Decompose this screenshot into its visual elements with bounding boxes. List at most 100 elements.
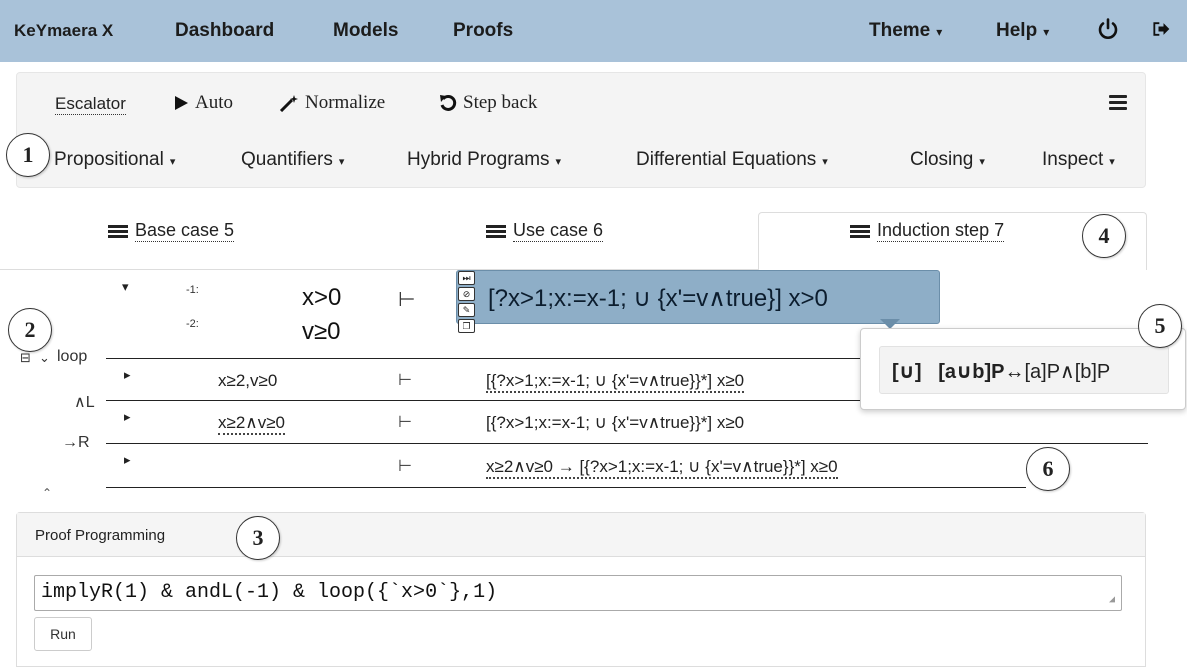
chevron-down-icon: ▾ bbox=[1043, 25, 1050, 39]
collapse-icon[interactable]: ⊟ bbox=[20, 350, 31, 366]
auto-label: Auto bbox=[195, 92, 233, 113]
tactic-input[interactable]: implyR(1) & andL(-1) & loop({`x>0`},1) ◢ bbox=[34, 575, 1122, 611]
callout-1: 1 bbox=[6, 133, 50, 177]
row-expand-caret[interactable]: ▸ bbox=[124, 367, 131, 383]
row-expand-caret[interactable]: ▸ bbox=[124, 409, 131, 425]
row-divider bbox=[106, 487, 1026, 488]
menu-propositional[interactable]: Propositional ▾ bbox=[54, 149, 175, 171]
chevron-down-icon: ▾ bbox=[936, 25, 943, 39]
chevron-down-icon: ▾ bbox=[1109, 156, 1115, 168]
callout-5: 5 bbox=[1138, 304, 1182, 348]
axiom-rhs: ↔[a]P∧[b]P bbox=[1004, 361, 1111, 383]
hide-icon[interactable]: ⊘ bbox=[458, 287, 475, 301]
menu-inspect-label: Inspect bbox=[1042, 149, 1104, 170]
menu-differential-equations[interactable]: Differential Equations ▾ bbox=[636, 149, 828, 171]
axiom-text: [∪] [a∪b]P↔[a]P∧[b]P bbox=[892, 359, 1110, 384]
sequent-collapse-caret[interactable]: ▾ bbox=[122, 279, 129, 295]
chevron-down-icon: ▾ bbox=[169, 156, 176, 168]
callout-6: 6 bbox=[1026, 447, 1070, 491]
menu-differential-equations-label: Differential Equations bbox=[636, 149, 817, 170]
callout-3: 3 bbox=[236, 516, 280, 560]
callout-2: 2 bbox=[8, 308, 52, 352]
escalator-button[interactable]: Escalator bbox=[55, 94, 126, 115]
history-succ-3[interactable]: x≥2∧v≥0 → [{?x>1;x:=x-1; ∪ {x'=v∧true}}*… bbox=[486, 457, 838, 479]
menu-quantifiers[interactable]: Quantifiers ▾ bbox=[241, 149, 344, 171]
nav-theme-dropdown[interactable]: Theme ▾ bbox=[869, 20, 942, 42]
formula-tool-strip: ⏭ ⊘ ✎ ❐ bbox=[458, 271, 478, 339]
ante-formula-1[interactable]: x>0 bbox=[302, 284, 341, 312]
menu-inspect[interactable]: Inspect ▾ bbox=[1042, 149, 1115, 171]
ante-index-2: -2: bbox=[186, 318, 199, 330]
row-expand-caret[interactable]: ▸ bbox=[124, 452, 131, 468]
tactic-toolbar: Escalator Auto Normalize Step back Propo… bbox=[16, 72, 1146, 188]
row-divider bbox=[106, 443, 1148, 444]
axiom-name: [∪] bbox=[892, 361, 922, 383]
magic-wand-icon bbox=[279, 95, 298, 112]
top-navbar: KeYmaera X Dashboard Models Proofs Theme… bbox=[0, 0, 1187, 62]
rule-label-impR[interactable]: →R bbox=[62, 434, 90, 452]
chevron-down-icon[interactable]: ⌄ bbox=[39, 350, 50, 366]
brand-link[interactable]: KeYmaera X bbox=[14, 21, 113, 41]
history-ante-2[interactable]: x≥2∧v≥0 bbox=[218, 413, 286, 435]
history-succ-2[interactable]: [{?x>1;x:=x-1; ∪ {x'=v∧true}}*] x≥0 bbox=[486, 413, 744, 433]
normalize-button[interactable]: Normalize bbox=[279, 92, 385, 114]
callout-4: 4 bbox=[1082, 214, 1126, 258]
tab-use-case-label: Use case 6 bbox=[513, 220, 604, 242]
axiom-popover: [∪] [a∪b]P↔[a]P∧[b]P bbox=[860, 328, 1186, 410]
tasks-icon bbox=[850, 223, 870, 240]
tab-base-case-label: Base case 5 bbox=[135, 220, 235, 242]
edit-icon[interactable]: ✎ bbox=[458, 303, 475, 317]
history-ante-1[interactable]: x≥2,v≥0 bbox=[218, 371, 277, 391]
menu-propositional-label: Propositional bbox=[54, 149, 164, 170]
step-icon[interactable]: ⏭ bbox=[458, 271, 475, 285]
turnstile-symbol: ⊢ bbox=[398, 372, 412, 389]
chevron-down-icon: ▾ bbox=[822, 156, 828, 168]
nav-theme-label: Theme bbox=[869, 20, 931, 41]
panel-header: Proof Programming bbox=[17, 513, 1145, 557]
turnstile-symbol: ⊢ bbox=[398, 414, 412, 431]
undo-icon bbox=[440, 94, 457, 111]
tab-induction-step[interactable]: Induction step 7 bbox=[850, 220, 1005, 242]
tab-induction-step-label: Induction step 7 bbox=[877, 220, 1005, 242]
rule-label-andL[interactable]: ∧L bbox=[74, 392, 95, 412]
chevron-down-icon: ▾ bbox=[555, 156, 562, 168]
step-back-button[interactable]: Step back bbox=[439, 92, 537, 114]
ante-formula-2[interactable]: v≥0 bbox=[302, 318, 341, 346]
axiom-lhs: [a∪b]P bbox=[938, 361, 1005, 383]
menu-closing[interactable]: Closing ▾ bbox=[910, 149, 985, 171]
resize-handle-icon[interactable]: ◢ bbox=[1109, 594, 1115, 606]
panel-title: Proof Programming bbox=[35, 527, 166, 544]
hamburger-menu-icon[interactable] bbox=[1109, 95, 1127, 113]
chevron-up-icon[interactable]: ⌃ bbox=[42, 486, 52, 500]
rule-label-loop[interactable]: loop bbox=[57, 348, 87, 366]
normalize-label: Normalize bbox=[305, 92, 386, 113]
tactic-input-value: implyR(1) & andL(-1) & loop({`x>0`},1) bbox=[41, 581, 498, 604]
chevron-down-icon: ▾ bbox=[979, 156, 985, 168]
logout-icon[interactable] bbox=[1151, 17, 1171, 41]
menu-hybrid-programs-label: Hybrid Programs bbox=[407, 149, 550, 170]
axiom-suggestion[interactable]: [∪] [a∪b]P↔[a]P∧[b]P bbox=[879, 346, 1169, 394]
nav-proofs[interactable]: Proofs bbox=[453, 20, 513, 42]
auto-button[interactable]: Auto bbox=[173, 92, 233, 114]
nav-models[interactable]: Models bbox=[333, 20, 398, 42]
turnstile-symbol: ⊢ bbox=[398, 289, 416, 311]
tab-base-case[interactable]: Base case 5 bbox=[108, 220, 235, 242]
step-back-label: Step back bbox=[463, 92, 538, 113]
history-succ-1[interactable]: [{?x>1;x:=x-1; ∪ {x'=v∧true}}*] x≥0 bbox=[486, 371, 745, 393]
escalator-label: Escalator bbox=[55, 94, 126, 115]
nav-dashboard[interactable]: Dashboard bbox=[175, 20, 274, 42]
ante-index-1: -1: bbox=[186, 284, 199, 296]
menu-hybrid-programs[interactable]: Hybrid Programs ▾ bbox=[407, 149, 561, 171]
nav-help-label: Help bbox=[996, 20, 1038, 41]
play-icon bbox=[175, 96, 188, 110]
run-button[interactable]: Run bbox=[34, 617, 92, 651]
power-icon[interactable] bbox=[1096, 17, 1120, 41]
nav-help-dropdown[interactable]: Help ▾ bbox=[996, 20, 1049, 42]
succedent-formula[interactable]: [?x>1;x:=x-1; ∪ {x'=v∧true}] x>0 bbox=[488, 284, 828, 313]
tab-use-case[interactable]: Use case 6 bbox=[486, 220, 604, 242]
chevron-down-icon: ▾ bbox=[338, 156, 345, 168]
tasks-icon bbox=[486, 223, 506, 240]
menu-closing-label: Closing bbox=[910, 149, 974, 170]
copy-icon[interactable]: ❐ bbox=[458, 319, 475, 333]
tasks-icon bbox=[108, 223, 128, 240]
